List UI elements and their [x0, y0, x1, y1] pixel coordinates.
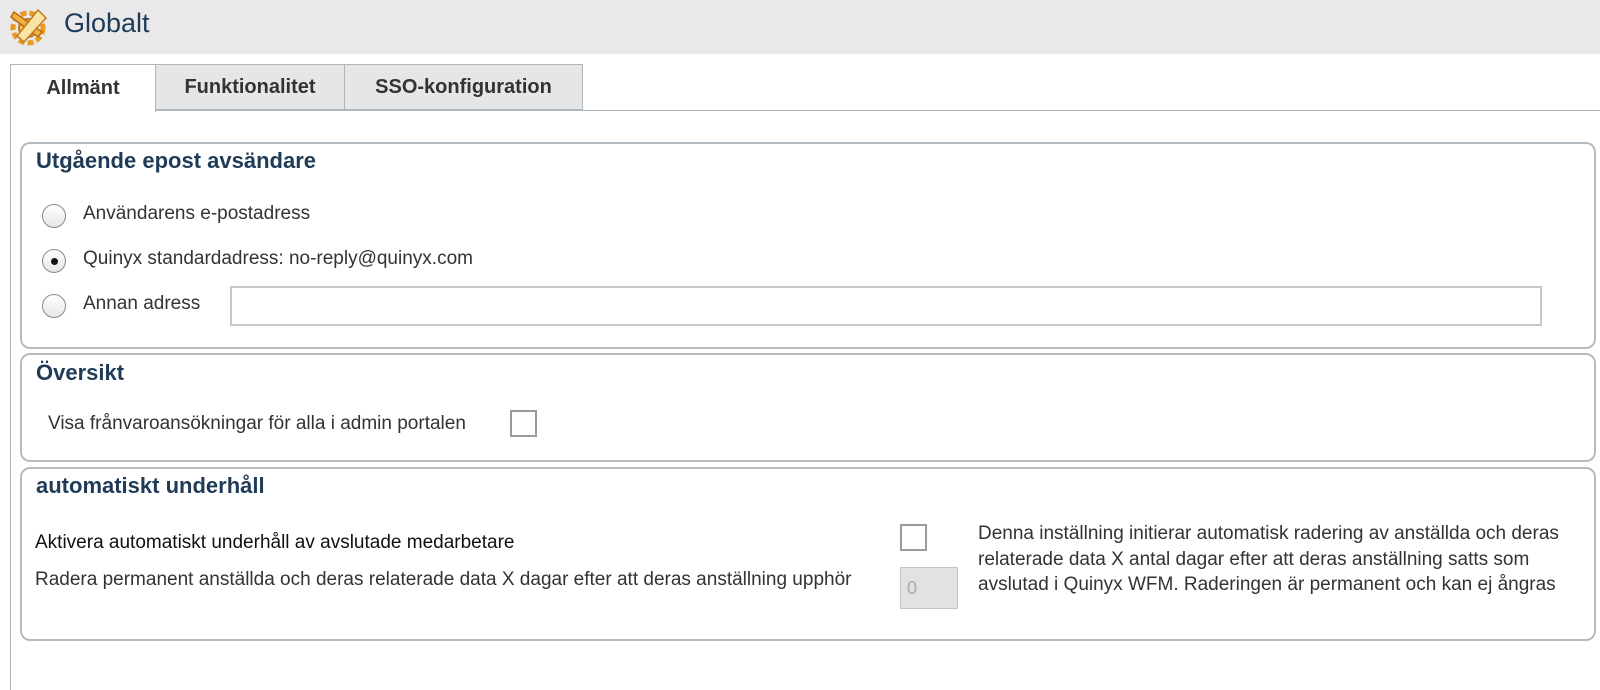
maintenance-section: automatiskt underhåll Aktivera automatis…: [20, 467, 1596, 641]
absence-requests-checkbox[interactable]: [510, 410, 537, 437]
maintenance-section-title: automatiskt underhåll: [36, 473, 265, 498]
activate-maintenance-label: Aktivera automatiskt underhåll av avslut…: [35, 532, 515, 553]
page-title: Globalt: [64, 8, 150, 38]
activate-maintenance-checkbox[interactable]: [900, 524, 927, 551]
radio-user-email-label: Användarens e-postadress: [83, 203, 311, 224]
radio-other-address[interactable]: [42, 294, 66, 318]
absence-requests-label: Visa frånvaroansökningar för alla i admi…: [48, 413, 466, 434]
tab-funktionalitet[interactable]: Funktionalitet: [155, 64, 345, 110]
radio-user-email[interactable]: [42, 204, 66, 228]
delete-days-input[interactable]: 0: [900, 567, 958, 609]
radio-other-address-label: Annan adress: [83, 293, 201, 314]
tab-allmant[interactable]: Allmänt: [10, 64, 156, 112]
radio-quinyx-default-label: Quinyx standardadress: no-reply@quinyx.c…: [83, 248, 473, 269]
header-bar: Globalt: [0, 0, 1600, 54]
delete-after-days-label: Radera permanent anställda och deras rel…: [35, 569, 852, 590]
radio-quinyx-default[interactable]: [42, 249, 66, 273]
other-address-input[interactable]: [230, 286, 1542, 326]
maintenance-description: Denna inställning initierar automatisk r…: [978, 523, 1559, 595]
settings-gear-icon: [10, 8, 48, 46]
sender-section: Utgående epost avsändare Användarens e-p…: [20, 142, 1596, 349]
tab-sso-konfiguration[interactable]: SSO-konfiguration: [344, 64, 583, 110]
overview-section-title: Översikt: [36, 360, 125, 385]
sender-section-title: Utgående epost avsändare: [36, 148, 316, 173]
overview-section: Översikt Visa frånvaroansökningar för al…: [20, 353, 1596, 462]
